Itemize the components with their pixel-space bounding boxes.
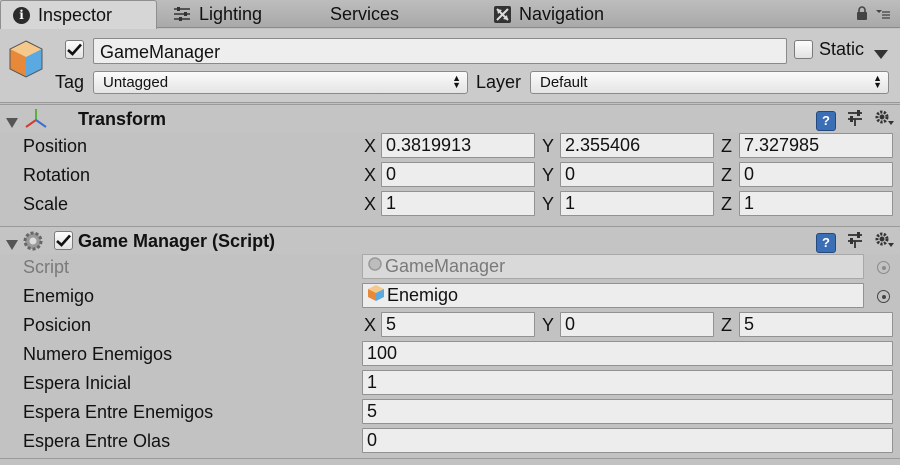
espera-entre-enemigos-label: Espera Entre Enemigos xyxy=(23,402,214,422)
sliders-icon xyxy=(173,6,191,22)
posicion-label: Posicion xyxy=(23,315,92,335)
game-manager-title: Game Manager (Script) xyxy=(78,231,276,251)
tab-inspector[interactable]: i Inspector xyxy=(0,0,157,29)
layer-value: Default xyxy=(540,74,588,91)
layer-dropdown[interactable]: Default ▲ ▼ xyxy=(530,71,889,94)
info-icon: i xyxy=(13,6,30,24)
gear-icon[interactable] xyxy=(874,109,894,132)
script-picker-icon xyxy=(877,261,890,274)
layer-label: Layer xyxy=(476,72,522,92)
foldout-arrow-icon[interactable] xyxy=(6,113,18,133)
rotation-y-input[interactable]: 0 xyxy=(560,162,714,187)
axis-x-label: X xyxy=(364,194,377,214)
position-label: Position xyxy=(23,136,88,156)
static-dropdown-arrow-icon[interactable] xyxy=(874,44,888,64)
posicion-y-input[interactable]: 0 xyxy=(560,312,714,337)
script-file-icon xyxy=(367,255,383,278)
rotation-label: Rotation xyxy=(23,165,91,185)
foldout-arrow-icon[interactable] xyxy=(6,235,18,255)
script-label: Script xyxy=(23,257,70,277)
static-checkbox[interactable] xyxy=(794,40,813,59)
static-label: Static xyxy=(819,39,865,59)
enemigo-object-field[interactable]: Enemigo xyxy=(362,283,864,308)
script-value: GameManager xyxy=(385,256,506,276)
transform-title: Transform xyxy=(78,109,167,129)
active-checkbox[interactable] xyxy=(65,40,84,59)
tab-services[interactable]: Services xyxy=(330,0,399,28)
espera-entre-olas-label: Espera Entre Olas xyxy=(23,431,171,451)
rotation-z-input[interactable]: 0 xyxy=(739,162,893,187)
numero-enemigos-label: Numero Enemigos xyxy=(23,344,173,364)
scale-x-input[interactable]: 1 xyxy=(381,191,535,216)
numero-enemigos-input[interactable]: 100 xyxy=(362,341,893,366)
lock-icon[interactable] xyxy=(856,6,868,23)
enemigo-label: Enemigo xyxy=(23,286,95,306)
object-picker-icon[interactable] xyxy=(877,290,890,303)
dropdown-arrows-icon: ▲ ▼ xyxy=(452,73,461,90)
position-z-input[interactable]: 7.327985 xyxy=(739,133,893,158)
posicion-z-input[interactable]: 5 xyxy=(739,312,893,337)
game-manager-header[interactable]: Game Manager (Script) ? xyxy=(0,226,900,254)
axis-x-label: X xyxy=(364,315,377,335)
axis-y-label: Y xyxy=(542,165,555,185)
transform-axes-icon xyxy=(24,108,48,135)
help-icon[interactable]: ? xyxy=(816,232,836,253)
enemigo-value: Enemigo xyxy=(387,285,459,305)
tab-label: Lighting xyxy=(199,3,263,24)
gameobject-cube-icon xyxy=(8,39,44,84)
tab-bar: i Inspector Lighting Services Navigation xyxy=(0,0,900,29)
dropdown-arrows-icon: ▲ ▼ xyxy=(873,73,882,90)
axis-z-label: Z xyxy=(721,315,732,335)
scale-y-input[interactable]: 1 xyxy=(560,191,714,216)
presets-icon[interactable] xyxy=(846,109,864,132)
tab-label: Inspector xyxy=(38,4,113,25)
presets-icon[interactable] xyxy=(846,231,864,254)
axis-x-label: X xyxy=(364,165,377,185)
menu-icon[interactable] xyxy=(876,7,890,23)
gear-icon[interactable] xyxy=(874,231,894,254)
object-name-input[interactable]: GameManager xyxy=(93,38,787,64)
tab-lighting[interactable]: Lighting xyxy=(173,0,262,28)
axis-x-label: X xyxy=(364,136,377,156)
scale-z-input[interactable]: 1 xyxy=(739,191,893,216)
position-y-input[interactable]: 2.355406 xyxy=(560,133,714,158)
tab-label: Navigation xyxy=(519,3,605,24)
axis-y-label: Y xyxy=(542,315,555,335)
help-icon[interactable]: ? xyxy=(816,110,836,131)
tag-value: Untagged xyxy=(103,74,169,91)
script-cog-icon xyxy=(22,230,44,257)
axis-z-label: Z xyxy=(721,136,732,156)
axis-y-label: Y xyxy=(542,136,555,156)
posicion-x-input[interactable]: 5 xyxy=(381,312,535,337)
tab-bar-controls xyxy=(856,6,890,23)
position-x-input[interactable]: 0.3819913 xyxy=(381,133,535,158)
espera-inicial-label: Espera Inicial xyxy=(23,373,132,393)
tab-navigation[interactable]: Navigation xyxy=(494,0,604,28)
script-enabled-checkbox[interactable] xyxy=(54,231,73,250)
prefab-cube-icon xyxy=(367,284,385,307)
scale-label: Scale xyxy=(23,194,69,214)
tag-label: Tag xyxy=(55,72,85,92)
navigation-icon xyxy=(494,5,511,23)
tag-dropdown[interactable]: Untagged ▲ ▼ xyxy=(93,71,468,94)
tab-label: Services xyxy=(330,3,400,24)
section-divider xyxy=(0,458,900,459)
axis-y-label: Y xyxy=(542,194,555,214)
espera-entre-enemigos-input[interactable]: 5 xyxy=(362,399,893,424)
axis-z-label: Z xyxy=(721,165,732,185)
espera-inicial-input[interactable]: 1 xyxy=(362,370,893,395)
transform-header[interactable]: Transform ? xyxy=(0,104,900,132)
axis-z-label: Z xyxy=(721,194,732,214)
script-field: GameManager xyxy=(362,254,864,279)
rotation-x-input[interactable]: 0 xyxy=(381,162,535,187)
espera-entre-olas-input[interactable]: 0 xyxy=(362,428,893,453)
